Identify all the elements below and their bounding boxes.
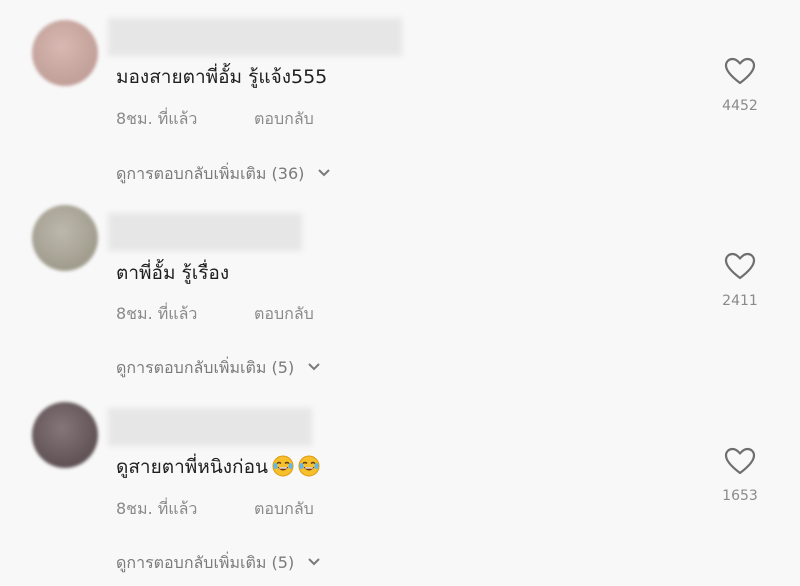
comment-timestamp: 8ชม. ที่แล้ว: [116, 304, 198, 323]
like-count: 1653: [722, 488, 758, 504]
view-more-replies-button[interactable]: ดูการตอบกลับเพิ่มเติม (36): [116, 163, 331, 185]
view-more-replies-label: ดูการตอบกลับเพิ่มเติม (36): [116, 164, 305, 183]
view-more-replies-label: ดูการตอบกลับเพิ่มเติม (5): [116, 553, 295, 572]
heart-icon[interactable]: [722, 251, 758, 281]
reply-button[interactable]: ตอบกลับ: [254, 498, 314, 520]
like-count: 4452: [722, 98, 758, 114]
username-blurred[interactable]: [108, 408, 312, 446]
comment-text: ดูสายตาพี่หนิงก่อน: [116, 454, 320, 480]
comment-timestamp: 8ชม. ที่แล้ว: [116, 109, 198, 128]
view-more-replies-button[interactable]: ดูการตอบกลับเพิ่มเติม (5): [116, 357, 321, 379]
comment-timestamp: 8ชม. ที่แล้ว: [116, 499, 198, 518]
chevron-down-icon: [308, 558, 320, 566]
view-more-replies-label: ดูการตอบกลับเพิ่มเติม (5): [116, 358, 295, 377]
avatar[interactable]: [32, 205, 98, 271]
view-more-replies-button[interactable]: ดูการตอบกลับเพิ่มเติม (5): [116, 552, 321, 574]
laughing-tears-emoji-icon: [298, 455, 320, 477]
chevron-down-icon: [308, 363, 320, 371]
comment-item: มองสายตาพี่อั้ม รู้แจ้ง555 8ชม. ที่แล้ว …: [0, 0, 800, 195]
username-blurred[interactable]: [108, 18, 402, 56]
like-count: 2411: [722, 293, 758, 309]
username-blurred[interactable]: [108, 213, 302, 251]
reply-button[interactable]: ตอบกลับ: [254, 303, 314, 325]
avatar[interactable]: [32, 402, 98, 468]
reply-button[interactable]: ตอบกลับ: [254, 108, 314, 130]
heart-icon[interactable]: [722, 446, 758, 476]
laughing-tears-emoji-icon: [272, 455, 294, 477]
comment-text: มองสายตาพี่อั้ม รู้แจ้ง555: [116, 66, 328, 88]
comment-item: ดูสายตาพี่หนิงก่อน 8ชม. ที่แล้ว ตอบกลับ …: [0, 390, 800, 585]
heart-icon[interactable]: [722, 56, 758, 86]
comment-text-body: ดูสายตาพี่หนิงก่อน: [116, 456, 268, 478]
chevron-down-icon: [318, 169, 331, 177]
comment-item: ตาพี่อั้ม รู้เรื่อง 8ชม. ที่แล้ว ตอบกลับ…: [0, 195, 800, 390]
avatar[interactable]: [32, 20, 98, 86]
comment-text: ตาพี่อั้ม รู้เรื่อง: [116, 262, 230, 284]
